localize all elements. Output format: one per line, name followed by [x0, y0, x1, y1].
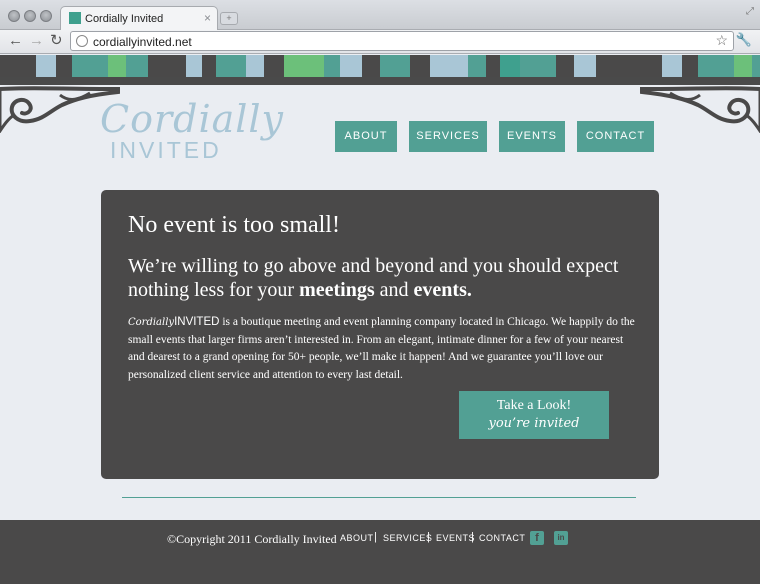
stripe-segment: [56, 55, 72, 77]
stripe-segment: [284, 55, 324, 77]
cta-sub-label: you’re invited: [488, 416, 580, 431]
facebook-icon[interactable]: f: [530, 531, 544, 545]
logo-script-text: Cordially: [100, 97, 285, 141]
hero-body: CordiallyINVITED is a boutique meeting a…: [128, 314, 638, 384]
body-brand-word: INVITED: [174, 316, 220, 328]
stripe-segment: [108, 55, 126, 77]
footer-separator: |: [374, 531, 377, 543]
forward-button[interactable]: →: [29, 32, 44, 50]
browser-tab-strip: Cordially Invited × + ⤢: [0, 0, 760, 31]
stripe-segment: [596, 55, 626, 77]
cta-main-label: Take a Look!: [496, 398, 572, 413]
stripe-segment: [500, 55, 520, 77]
url-text[interactable]: cordiallyinvited.net: [93, 35, 192, 49]
stripe-segment: [556, 55, 574, 77]
stripe-segment: [324, 55, 340, 77]
stripe-segment: [662, 55, 682, 77]
right-flourish-ornament: [640, 86, 760, 133]
nav-events-button[interactable]: EVENTS: [499, 121, 565, 152]
footer-link-contact[interactable]: CONTACT: [479, 533, 525, 543]
hero-headline: No event is too small!: [128, 212, 340, 238]
subhead-events: events.: [413, 279, 472, 301]
hero-panel: No event is too small! We’re willing to …: [101, 190, 659, 479]
new-tab-button[interactable]: +: [220, 12, 238, 25]
stripe-segment: [486, 55, 500, 77]
stripe-segment: [148, 55, 186, 77]
stripe-segment: [216, 55, 246, 77]
nav-about-button[interactable]: ABOUT: [335, 121, 397, 152]
stripe-segment: [126, 55, 148, 77]
bookmark-star-icon[interactable]: ☆: [715, 32, 728, 49]
linkedin-icon[interactable]: in: [554, 531, 568, 545]
stripe-segment: [340, 55, 362, 77]
copyright-text: ©Copyright 2011 Cordially Invited: [167, 532, 337, 546]
nav-services-button[interactable]: SERVICES: [409, 121, 487, 152]
fullscreen-icon[interactable]: ⤢: [746, 6, 754, 17]
stripe-segment: [682, 55, 698, 77]
footer-link-events[interactable]: EVENTS: [436, 533, 475, 543]
window-close-button[interactable]: [8, 10, 20, 22]
hero-subhead: We’re willing to go above and beyond and…: [128, 254, 628, 302]
stripe-segment: [246, 55, 264, 77]
globe-icon: [76, 35, 88, 47]
stripe-segment: [468, 55, 486, 77]
stripe-segment: [380, 55, 410, 77]
browser-tab[interactable]: Cordially Invited ×: [60, 6, 218, 31]
tab-close-icon[interactable]: ×: [204, 11, 211, 25]
stripe-segment: [698, 55, 734, 77]
tab-title: Cordially Invited: [85, 13, 164, 25]
stripe-segment: [430, 55, 468, 77]
content-divider: [122, 497, 636, 498]
stripe-segment: [202, 55, 216, 77]
site-logo[interactable]: Cordially INVITED: [100, 97, 283, 167]
stripe-segment: [36, 55, 56, 77]
stripe-segment: [264, 55, 284, 77]
stripe-segment: [410, 55, 430, 77]
footer-separator: |: [471, 531, 474, 543]
stripe-segment: [72, 55, 108, 77]
nav-contact-button[interactable]: CONTACT: [577, 121, 654, 152]
stripe-segment: [520, 55, 556, 77]
decorative-stripe-banner: [0, 55, 760, 77]
stripe-segment: [0, 55, 36, 77]
logo-invited-text: INVITED: [110, 137, 222, 163]
stripe-segment: [752, 55, 760, 77]
browser-toolbar: ← → ↻ cordiallyinvited.net ☆ 🔧: [0, 30, 760, 54]
window-zoom-button[interactable]: [40, 10, 52, 22]
back-button[interactable]: ←: [8, 32, 23, 50]
footer-separator: |: [427, 531, 430, 543]
subhead-meetings: meetings: [299, 279, 375, 301]
stripe-segment: [574, 55, 596, 77]
stripe-segment: [186, 55, 202, 77]
window-minimize-button[interactable]: [24, 10, 36, 22]
stripe-segment: [626, 55, 662, 77]
site-footer: ©Copyright 2011 Cordially Invited ABOUT …: [0, 520, 760, 584]
wrench-icon[interactable]: 🔧: [736, 32, 752, 48]
take-a-look-button[interactable]: Take a Look! you’re invited: [459, 391, 609, 439]
subhead-and: and: [374, 279, 414, 301]
banner-shadow: [0, 77, 760, 85]
footer-link-services[interactable]: SERVICES: [383, 533, 432, 543]
stripe-segment: [362, 55, 380, 77]
footer-link-about[interactable]: ABOUT: [340, 533, 374, 543]
stripe-segment: [734, 55, 752, 77]
address-bar[interactable]: cordiallyinvited.net ☆: [70, 31, 734, 51]
reload-button[interactable]: ↻: [50, 32, 63, 50]
body-brand-script: Cordially: [128, 317, 175, 328]
favicon-icon: [69, 12, 81, 24]
